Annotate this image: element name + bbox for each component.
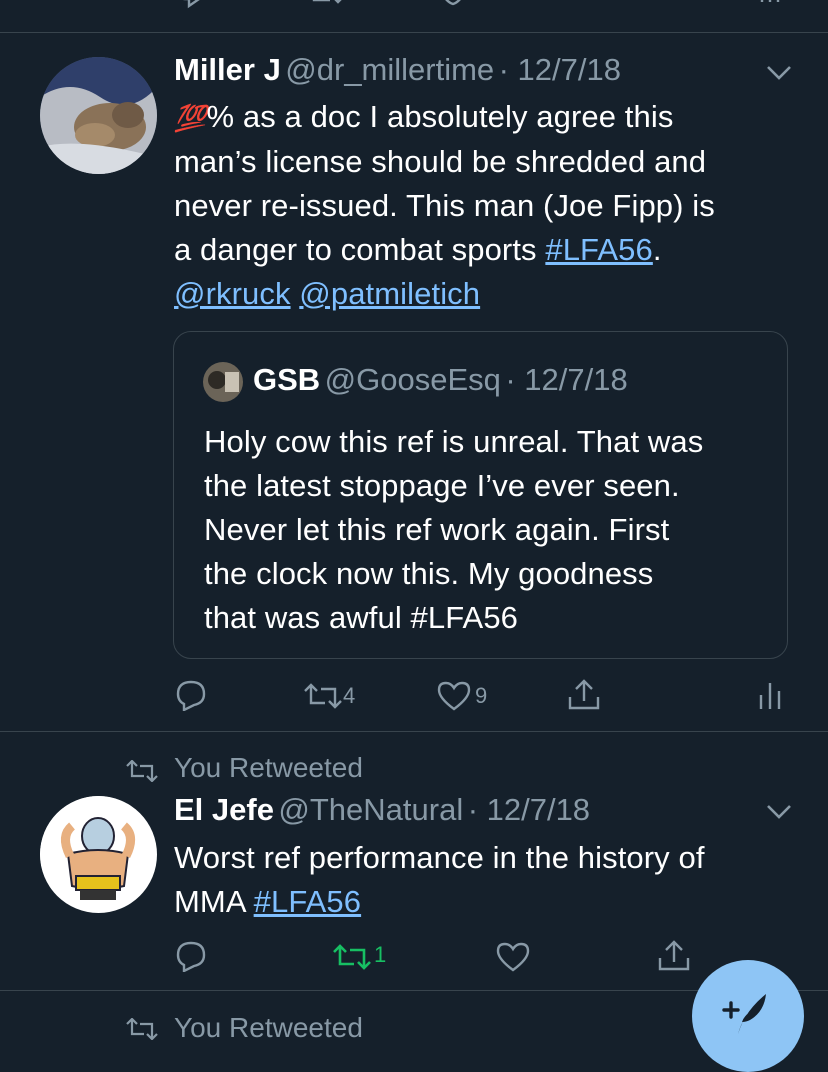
share-icon[interactable] (568, 0, 600, 10)
avatar[interactable] (40, 796, 157, 913)
tweet-el-jefe[interactable]: You Retweeted El Jefe @TheNatural · 12/7… (0, 732, 828, 990)
retweeted-label: You Retweeted (174, 1012, 363, 1043)
share-icon[interactable] (567, 679, 601, 711)
tweet-text: Worst ref performance in the history of … (174, 840, 705, 919)
tweet-date: · 12/7/18 (505, 362, 628, 397)
reply-icon[interactable] (175, 940, 207, 972)
user-handle[interactable]: @dr_millertime (285, 52, 494, 87)
retweet-icon[interactable] (303, 683, 343, 709)
retweet-icon[interactable] (308, 0, 348, 10)
reply-icon[interactable] (175, 0, 209, 12)
display-name[interactable]: Miller J (174, 52, 281, 87)
user-handle[interactable]: @TheNatural (278, 792, 463, 827)
like-icon[interactable] (437, 681, 471, 711)
retweet-icon (126, 760, 158, 782)
quoted-tweet[interactable]: GSB @GooseEsq · 12/7/18 Holy cow this re… (173, 331, 788, 659)
share-icon[interactable] (657, 940, 691, 972)
compose-tweet-icon (720, 990, 770, 1036)
avatar[interactable] (203, 362, 243, 402)
tweet-text: 💯% as a doc I absolutely agree this man’… (174, 99, 715, 311)
top-action-bar (0, 0, 828, 32)
retweet-icon[interactable] (332, 944, 372, 970)
display-name[interactable]: El Jefe (174, 792, 274, 827)
hashtag-link[interactable]: #LFA56 (254, 884, 361, 919)
like-icon[interactable] (438, 0, 468, 10)
retweet-icon (126, 1018, 158, 1040)
analytics-icon[interactable] (758, 0, 782, 12)
reply-icon[interactable] (175, 679, 207, 711)
mention-link[interactable]: @rkruck (174, 276, 291, 311)
hundred-emoji: 💯 (174, 103, 207, 133)
chevron-down-icon[interactable] (766, 65, 792, 81)
avatar[interactable] (40, 57, 157, 174)
quoted-tweet-text: Holy cow this ref is unreal. That was th… (204, 424, 704, 635)
tweet-date: · 12/7/18 (498, 52, 621, 87)
chevron-down-icon[interactable] (766, 804, 792, 820)
hashtag-link[interactable]: #LFA56 (545, 232, 652, 267)
mention-link[interactable]: @patmiletich (299, 276, 480, 311)
tweet-date: · 12/7/18 (467, 792, 591, 827)
tweet-miller[interactable]: Miller J @dr_millertime · 12/7/18 💯% as … (0, 33, 828, 730)
retweeted-label: You Retweeted (174, 752, 363, 783)
like-count: 9 (475, 683, 488, 708)
user-handle[interactable]: @GooseEsq (325, 362, 501, 397)
analytics-icon[interactable] (758, 681, 782, 711)
like-icon[interactable] (496, 942, 530, 972)
retweet-count: 1 (374, 942, 387, 967)
retweet-count: 4 (343, 683, 356, 708)
display-name[interactable]: GSB (253, 362, 320, 397)
compose-tweet-button[interactable] (692, 960, 804, 1072)
